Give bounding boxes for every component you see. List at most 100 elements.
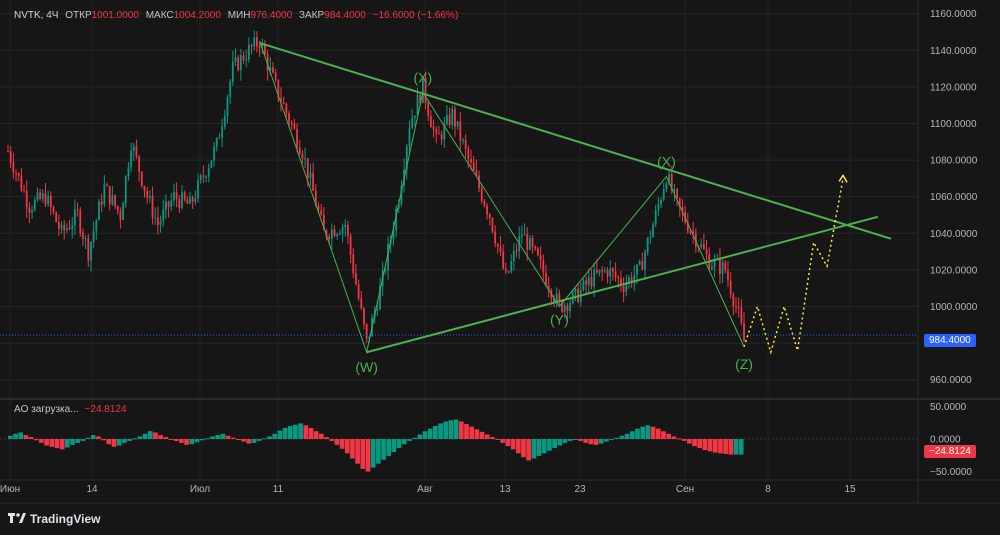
ao-bar — [101, 439, 106, 441]
candle-body — [245, 59, 248, 61]
ao-bar — [318, 433, 324, 439]
candle-body — [429, 115, 432, 128]
ao-bar — [173, 439, 179, 441]
candle-body — [705, 248, 708, 254]
ao-bar — [526, 439, 532, 461]
close-value: 984.4000 — [324, 10, 366, 21]
candle-body — [9, 151, 12, 163]
ao-bar — [168, 439, 174, 440]
candle-body — [39, 192, 42, 199]
candle-body — [7, 150, 9, 152]
candle-body — [515, 250, 518, 252]
candle-body — [55, 212, 58, 222]
candle-body — [272, 66, 274, 73]
candle-body — [253, 37, 256, 47]
chart-canvas[interactable]: (X) (W) (X) (Y) (Z) 1160.0000 1140.0000 1120.0… — [0, 0, 1000, 535]
candle-body — [132, 146, 135, 151]
candle-body — [676, 189, 679, 199]
candle-body — [545, 272, 547, 286]
candle-body — [448, 114, 451, 125]
ao-bar — [106, 439, 112, 445]
low-label: МИН — [227, 10, 251, 21]
candle-body — [491, 217, 494, 232]
candle-body — [641, 261, 644, 270]
candle-body — [60, 224, 63, 229]
candle-body — [23, 190, 25, 192]
ao-bar — [733, 439, 739, 455]
candle-body — [347, 224, 349, 236]
ao-bar — [407, 439, 412, 441]
candle-body — [79, 210, 82, 233]
ao-bar — [339, 439, 345, 449]
candle-body — [49, 195, 52, 207]
ao-value-tag: −24.8124 — [924, 445, 976, 458]
candle-body — [740, 307, 743, 323]
candle-body — [282, 102, 285, 104]
ao-bar — [718, 439, 723, 454]
ao-bar — [598, 439, 604, 444]
ao-bar — [541, 439, 547, 454]
candle-body — [587, 277, 590, 285]
ohlc-legend: NVTK, 4Ч ОТКР1001.0000 МАКС1004.2000 МИН… — [14, 10, 462, 21]
ao-bar — [681, 439, 687, 441]
ao-bar — [137, 436, 143, 439]
candle-body — [71, 225, 74, 229]
high-label: МАКС — [145, 10, 174, 21]
candle-body — [258, 46, 261, 48]
ao-bar — [116, 439, 122, 446]
ao-bar — [287, 426, 293, 439]
candle-body — [534, 246, 537, 249]
candle-body — [290, 122, 293, 125]
candle-body — [151, 196, 154, 218]
ao-bar — [640, 426, 646, 439]
price-tick-label: 1160.0000 — [930, 9, 977, 20]
ao-bar — [401, 439, 407, 445]
candle-body — [124, 176, 127, 204]
price-tick-label: 1140.0000 — [930, 46, 977, 57]
ao-bar — [303, 425, 309, 439]
ao-bar — [241, 439, 246, 442]
symbol-label[interactable]: NVTK, 4Ч — [14, 10, 58, 21]
tradingview-brand[interactable]: TradingView — [8, 512, 100, 526]
ao-legend: AO загрузка... −24.8124 — [14, 404, 127, 415]
ao-bar — [629, 431, 635, 439]
candle-body — [646, 237, 649, 253]
ao-bar — [313, 431, 319, 439]
ao-value: −24.8124 — [84, 404, 127, 415]
candle-body — [210, 160, 213, 168]
candle-body — [520, 235, 523, 237]
candle-body — [601, 269, 604, 272]
candle-body — [218, 137, 221, 139]
ao-bar — [707, 439, 713, 452]
ao-bar — [697, 439, 703, 449]
candle-body — [114, 195, 116, 206]
candle-body — [743, 322, 745, 342]
candle-body — [483, 200, 486, 206]
candle-body — [274, 72, 277, 80]
price-tick-label: 1000.0000 — [930, 302, 978, 313]
candle-body — [595, 269, 598, 273]
ao-bar — [256, 439, 262, 441]
candle-body — [539, 255, 542, 261]
candle-body — [617, 277, 620, 279]
candle-body — [609, 268, 612, 277]
price-tick-label: 1120.0000 — [930, 82, 977, 93]
ao-bar — [96, 436, 101, 439]
candle-body — [727, 270, 729, 281]
candle-body — [499, 246, 502, 252]
ao-bar — [692, 439, 697, 447]
wave-label: (Y) — [550, 311, 569, 327]
open-label: ОТКР — [65, 10, 92, 21]
candle-body — [312, 172, 315, 191]
ao-label[interactable]: AO загрузка... — [14, 404, 79, 415]
wave-label: (X) — [657, 154, 676, 170]
ao-bar — [635, 428, 640, 439]
candle-body — [454, 108, 456, 127]
candle-body — [510, 261, 513, 272]
candle-body — [598, 269, 601, 273]
ao-bar — [702, 439, 708, 451]
candle-body — [365, 324, 368, 339]
candle-body — [462, 140, 464, 142]
candle-body — [234, 57, 237, 62]
ao-bar — [163, 437, 169, 439]
